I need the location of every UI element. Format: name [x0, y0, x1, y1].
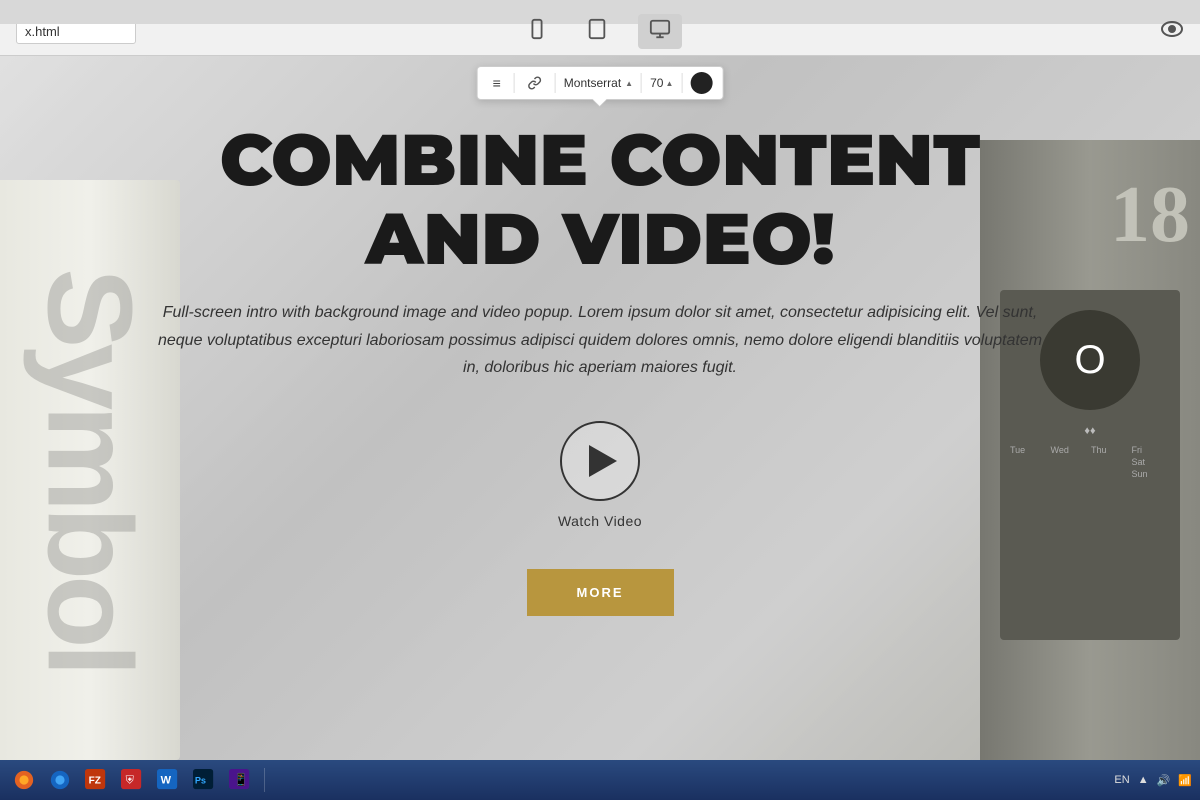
main-content: Symbol 18 O ♦♦ TueWedThuFri Sat Sun ≡: [0, 56, 1200, 760]
taskbar-app2[interactable]: [44, 766, 76, 794]
hero-title: COMBINE CONTENT and VIDEO!: [40, 121, 1160, 279]
taskbar-mobile[interactable]: 📱: [224, 766, 256, 794]
font-selector[interactable]: Montserrat ▲: [564, 76, 633, 90]
play-video-btn[interactable]: [560, 421, 640, 501]
svg-text:⛨: ⛨: [126, 775, 135, 787]
more-button[interactable]: MORE: [527, 569, 674, 616]
watch-video-label: Watch Video: [558, 513, 642, 529]
size-caret: ▲: [665, 79, 673, 88]
hero-title-line1: COMBINE CONTENT: [220, 116, 981, 204]
play-triangle-icon: [589, 445, 617, 477]
svg-text:Ps: Ps: [195, 776, 206, 786]
taskbar-volume: 🔊: [1157, 774, 1171, 787]
svg-text:📱: 📱: [234, 773, 249, 787]
hero-description: Full-screen intro with background image …: [150, 299, 1050, 381]
font-size-value: 70: [650, 76, 663, 90]
separator-2: [555, 73, 556, 93]
color-picker-btn[interactable]: [690, 72, 712, 94]
hero-title-line2: and VIDEO!: [365, 195, 834, 283]
align-icon: ≡: [493, 75, 501, 91]
mobile-device-btn[interactable]: [518, 14, 556, 49]
separator-4: [681, 73, 682, 93]
svg-text:FZ: FZ: [89, 776, 101, 787]
taskbar-separator: [264, 768, 265, 792]
desktop-device-btn[interactable]: [638, 14, 682, 49]
taskbar-network: 📶: [1178, 774, 1192, 787]
font-size-control[interactable]: 70 ▲: [650, 76, 673, 90]
taskbar-firefox[interactable]: [8, 766, 40, 794]
taskbar-arrows-up: ▲: [1138, 774, 1149, 786]
taskbar-antivirus[interactable]: ⛨: [116, 766, 148, 794]
device-switcher: [518, 14, 682, 49]
tablet-device-btn[interactable]: [576, 14, 618, 49]
taskbar-photoshop[interactable]: Ps: [188, 766, 220, 794]
floating-toolbar: ≡ Montserrat ▲ 70 ▲: [477, 66, 724, 100]
taskbar-system-tray: EN ▲ 🔊 📶: [1114, 774, 1192, 787]
browser-chrome: x.html: [0, 0, 1200, 56]
preview-eye-btn[interactable]: [1160, 20, 1184, 44]
separator-3: [641, 73, 642, 93]
taskbar-filezilla[interactable]: FZ: [80, 766, 112, 794]
separator-1: [514, 73, 515, 93]
font-name: Montserrat: [564, 76, 621, 90]
align-btn[interactable]: ≡: [488, 72, 506, 94]
taskbar: FZ ⛨ W Ps 📱 EN ▲ 🔊 📶: [0, 760, 1200, 800]
play-button-container: Watch Video: [40, 421, 1160, 529]
hero-text-container: COMBINE CONTENT and VIDEO! Full-screen i…: [0, 121, 1200, 616]
taskbar-word[interactable]: W: [152, 766, 184, 794]
taskbar-lang: EN: [1114, 774, 1129, 786]
font-caret: ▲: [625, 79, 633, 88]
link-btn[interactable]: [523, 73, 547, 93]
svg-text:W: W: [161, 775, 172, 787]
